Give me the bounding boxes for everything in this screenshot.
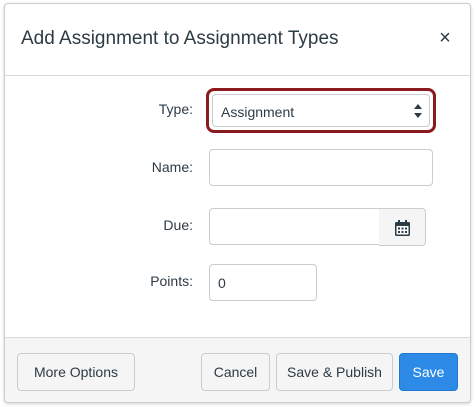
type-select-highlight: Assignment (206, 88, 436, 133)
save-and-publish-button[interactable]: Save & Publish (276, 353, 393, 391)
type-label: Type: (158, 101, 193, 117)
close-icon[interactable]: × (434, 26, 456, 50)
dialog-footer: More Options Cancel Save & Publish Save (5, 337, 470, 402)
updown-arrows-icon (413, 102, 423, 120)
calendar-icon (395, 220, 410, 236)
dialog-title: Add Assignment to Assignment Types (21, 28, 339, 49)
type-select[interactable]: Assignment (212, 94, 430, 127)
name-label: Name: (151, 159, 193, 175)
add-assignment-dialog: Add Assignment to Assignment Types × Typ… (4, 3, 471, 403)
cancel-button[interactable]: Cancel (201, 353, 270, 391)
points-label: Points: (150, 273, 193, 289)
name-input[interactable] (209, 149, 433, 186)
save-button[interactable]: Save (399, 353, 458, 391)
type-select-value: Assignment (221, 104, 295, 120)
due-label: Due: (163, 217, 193, 233)
more-options-button[interactable]: More Options (17, 353, 135, 391)
dialog-header: Add Assignment to Assignment Types × (5, 4, 470, 76)
calendar-button[interactable] (379, 208, 426, 246)
due-date-input[interactable] (209, 208, 380, 245)
points-input[interactable] (209, 264, 317, 301)
